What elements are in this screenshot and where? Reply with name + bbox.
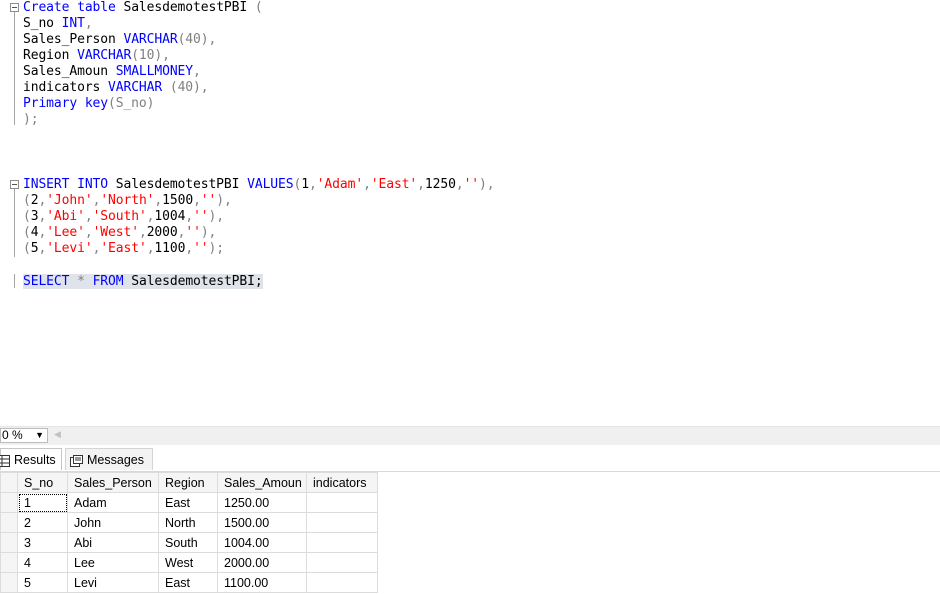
- table-cell[interactable]: 3: [17, 532, 68, 553]
- tab-messages[interactable]: Messages: [65, 448, 153, 470]
- table-cell[interactable]: Levi: [67, 572, 159, 593]
- zoom-value: 0 %: [2, 428, 23, 442]
- code-line-insert: (3,'Abi','South',1004,''),: [23, 209, 224, 224]
- column-header[interactable]: Sales_Person: [67, 472, 159, 493]
- zoom-bar: 0 % ▼ ◀: [0, 426, 940, 445]
- results-tabs: Results Messages: [0, 448, 940, 472]
- results-grid: S_no Sales_Person Region Sales_Amoun ind…: [0, 472, 378, 593]
- table-row[interactable]: 1 Adam East 1250.00: [0, 492, 378, 513]
- row-header[interactable]: [0, 552, 18, 573]
- code-line-close: );: [23, 112, 39, 127]
- table-cell[interactable]: 1100.00: [217, 572, 307, 593]
- code-line-salesperson: Sales_Person VARCHAR(40),: [23, 32, 217, 47]
- table-cell[interactable]: [306, 572, 378, 593]
- table-cell[interactable]: 1: [17, 492, 68, 513]
- query-editor[interactable]: Create table SalesdemotestPBI ( S_no INT…: [0, 0, 940, 425]
- table-cell[interactable]: 4: [17, 552, 68, 573]
- table-cell[interactable]: [306, 552, 378, 573]
- table-row[interactable]: 4 Lee West 2000.00: [0, 552, 378, 573]
- table-row[interactable]: 2 John North 1500.00: [0, 512, 378, 533]
- table-cell[interactable]: Adam: [67, 492, 159, 513]
- scroll-left-icon[interactable]: ◀: [54, 429, 61, 440]
- column-header[interactable]: indicators: [306, 472, 378, 493]
- code-line-insert: (5,'Levi','East',1100,'');: [23, 241, 225, 256]
- table-cell[interactable]: West: [158, 552, 218, 573]
- row-header[interactable]: [0, 532, 18, 553]
- table-cell[interactable]: John: [67, 512, 159, 533]
- code-line-insert: (2,'John','North',1500,''),: [23, 193, 232, 208]
- table-cell[interactable]: [306, 512, 378, 533]
- code-line-primary-key: Primary key(S_no): [23, 96, 155, 111]
- column-header[interactable]: Region: [158, 472, 218, 493]
- code-line-indicators: indicators VARCHAR (40),: [23, 80, 209, 95]
- code-line-region: Region VARCHAR(10),: [23, 48, 170, 63]
- row-header[interactable]: [0, 572, 18, 593]
- table-cell[interactable]: Lee: [67, 552, 159, 573]
- collapse-toggle-icon[interactable]: [10, 180, 19, 189]
- zoom-select[interactable]: 0 % ▼: [0, 428, 48, 443]
- select-all-corner[interactable]: [0, 472, 18, 493]
- collapse-toggle-icon[interactable]: [10, 3, 19, 12]
- code-line-create: Create table SalesdemotestPBI (: [23, 0, 263, 15]
- table-cell[interactable]: North: [158, 512, 218, 533]
- code-line-sno: S_no INT,: [23, 16, 93, 31]
- messages-icon: [70, 454, 83, 467]
- tab-messages-label: Messages: [87, 453, 144, 467]
- table-cell[interactable]: South: [158, 532, 218, 553]
- code-line-insert: (4,'Lee','West',2000,''),: [23, 225, 217, 240]
- grid-icon: [0, 454, 10, 467]
- table-cell[interactable]: 1500.00: [217, 512, 307, 533]
- tab-results[interactable]: Results: [0, 448, 62, 470]
- code-line-select: SELECT * FROM SalesdemotestPBI;: [23, 274, 263, 289]
- tab-results-label: Results: [14, 453, 56, 467]
- table-cell[interactable]: 5: [17, 572, 68, 593]
- table-row[interactable]: 3 Abi South 1004.00: [0, 532, 378, 553]
- outline-guide: [14, 189, 15, 257]
- table-cell[interactable]: Abi: [67, 532, 159, 553]
- code-line-insert: INSERT INTO SalesdemotestPBI VALUES(1,'A…: [23, 177, 495, 192]
- table-cell[interactable]: 2000.00: [217, 552, 307, 573]
- table-cell[interactable]: East: [158, 492, 218, 513]
- row-header[interactable]: [0, 492, 18, 513]
- column-header[interactable]: S_no: [17, 472, 68, 493]
- grid-header-row: S_no Sales_Person Region Sales_Amoun ind…: [0, 472, 378, 493]
- row-header[interactable]: [0, 512, 18, 533]
- table-cell[interactable]: 1250.00: [217, 492, 307, 513]
- table-cell[interactable]: 2: [17, 512, 68, 533]
- table-cell[interactable]: [306, 532, 378, 553]
- table-cell[interactable]: 1004.00: [217, 532, 307, 553]
- dropdown-arrow-icon[interactable]: ▼: [35, 429, 44, 442]
- outline-guide: [14, 12, 15, 125]
- table-cell[interactable]: [306, 492, 378, 513]
- code-line-amount: Sales_Amoun SMALLMONEY,: [23, 64, 201, 79]
- outline-guide: [14, 274, 15, 288]
- table-cell[interactable]: East: [158, 572, 218, 593]
- column-header[interactable]: Sales_Amoun: [217, 472, 307, 493]
- table-row[interactable]: 5 Levi East 1100.00: [0, 572, 378, 593]
